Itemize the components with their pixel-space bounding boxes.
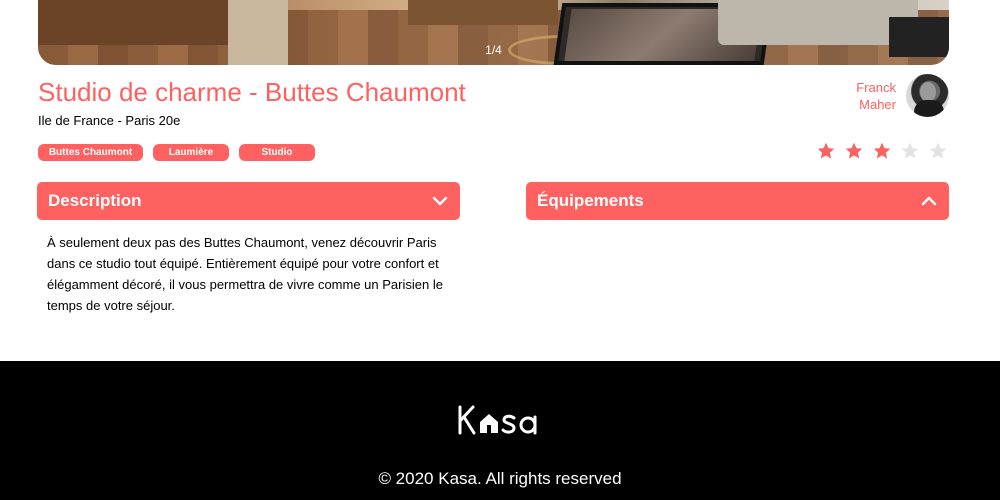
tag-list: Buttes Chaumont Laumière Studio — [38, 144, 315, 161]
description-body: À seulement deux pas des Buttes Chaumont… — [47, 235, 443, 313]
image-gallery[interactable]: 1/4 — [38, 0, 949, 65]
tag: Studio — [239, 144, 315, 161]
avatar-body — [914, 100, 944, 117]
gallery-photo-sofa — [718, 0, 918, 45]
star-icon — [844, 141, 864, 161]
host-info: Franck Maher — [836, 74, 949, 117]
equipements-header[interactable]: Équipements — [526, 182, 949, 220]
equipements-collapse: Équipements — [526, 182, 949, 220]
gallery-photo-cabinet — [408, 0, 558, 25]
description-collapse: Description À seulement deux pas des But… — [37, 182, 460, 316]
host-last-name: Maher — [859, 96, 896, 112]
star-icon — [928, 141, 948, 161]
copyright-text: © 2020 Kasa. All rights reserved — [378, 469, 622, 488]
star-icon — [900, 141, 920, 161]
host-first-name: Franck — [856, 79, 896, 95]
tag: Laumière — [153, 144, 229, 161]
tag: Buttes Chaumont — [38, 144, 143, 161]
equipements-title: Équipements — [537, 191, 644, 210]
star-icon — [816, 141, 836, 161]
gallery-counter: 1/4 — [485, 43, 502, 57]
listing-location: Ile de France - Paris 20e — [38, 113, 181, 128]
star-rating — [816, 141, 948, 161]
footer: © 2020 Kasa. All rights reserved — [0, 361, 1000, 500]
chevron-up-icon[interactable] — [921, 193, 937, 209]
gallery-photo-table — [38, 0, 238, 45]
host-name: Franck Maher — [836, 79, 896, 113]
description-header[interactable]: Description — [37, 182, 460, 220]
star-icon — [872, 141, 892, 161]
kasa-logo-mark — [458, 405, 537, 435]
host-avatar — [906, 74, 949, 117]
avatar-face — [920, 82, 936, 102]
chevron-down-icon[interactable] — [432, 193, 448, 209]
kasa-logo[interactable] — [0, 405, 1000, 435]
description-title: Description — [48, 191, 142, 210]
listing-title: Studio de charme - Buttes Chaumont — [38, 77, 466, 107]
